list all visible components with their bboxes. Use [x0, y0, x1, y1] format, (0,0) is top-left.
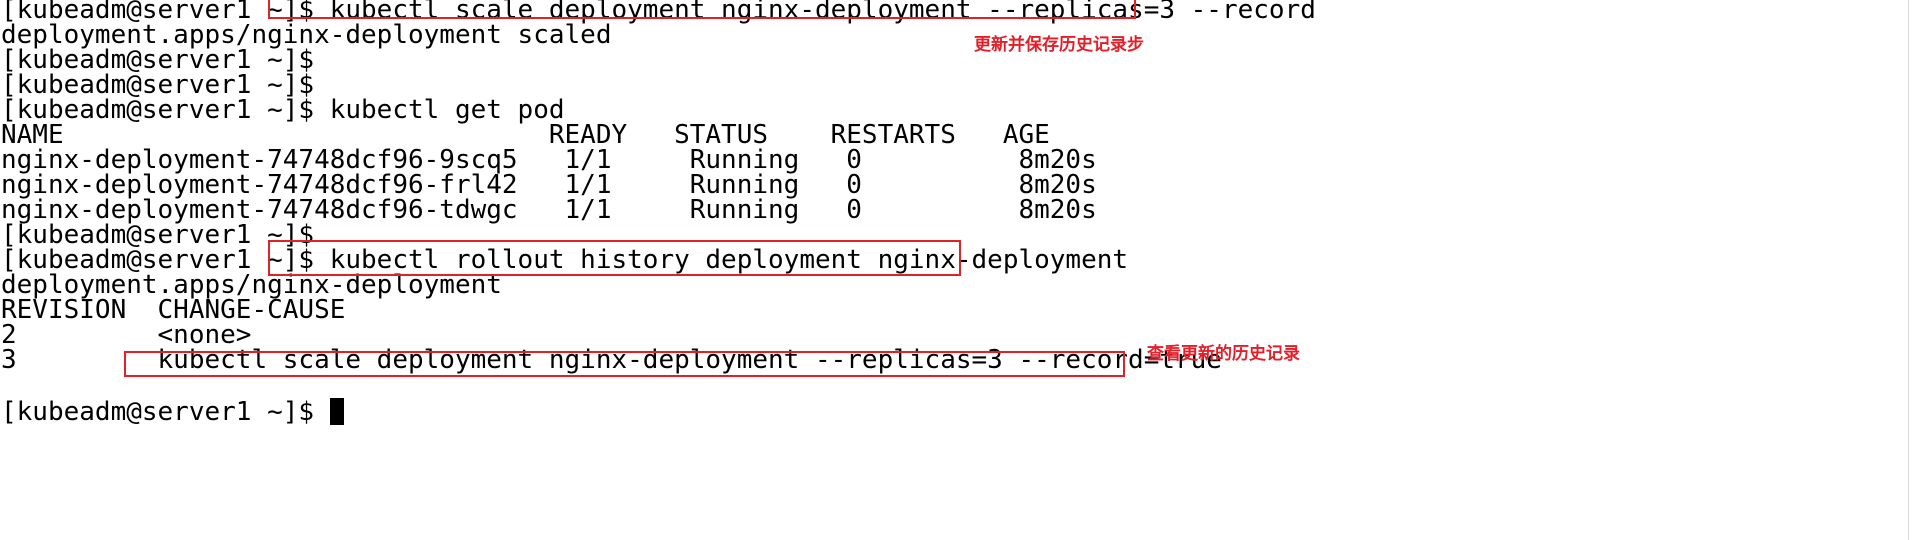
terminal-scrollbar[interactable] [1908, 0, 1919, 540]
text-cursor [329, 398, 344, 425]
terminal-window[interactable]: [kubeadm@server1 ~]$ kubectl scale deplo… [0, 0, 1919, 540]
prompt-text: [kubeadm@server1 ~]$ [1, 397, 330, 427]
annotation-view-history: 查看更新的历史记录 [1147, 344, 1300, 364]
highlight-box-rollout-history-command [268, 240, 961, 276]
annotation-update-and-record: 更新并保存历史记录步 [974, 35, 1144, 55]
highlight-box-scale-command [268, 0, 1136, 19]
highlight-box-revision-3 [124, 351, 1125, 377]
terminal-line-current-prompt[interactable]: [kubeadm@server1 ~]$ [1, 397, 344, 428]
